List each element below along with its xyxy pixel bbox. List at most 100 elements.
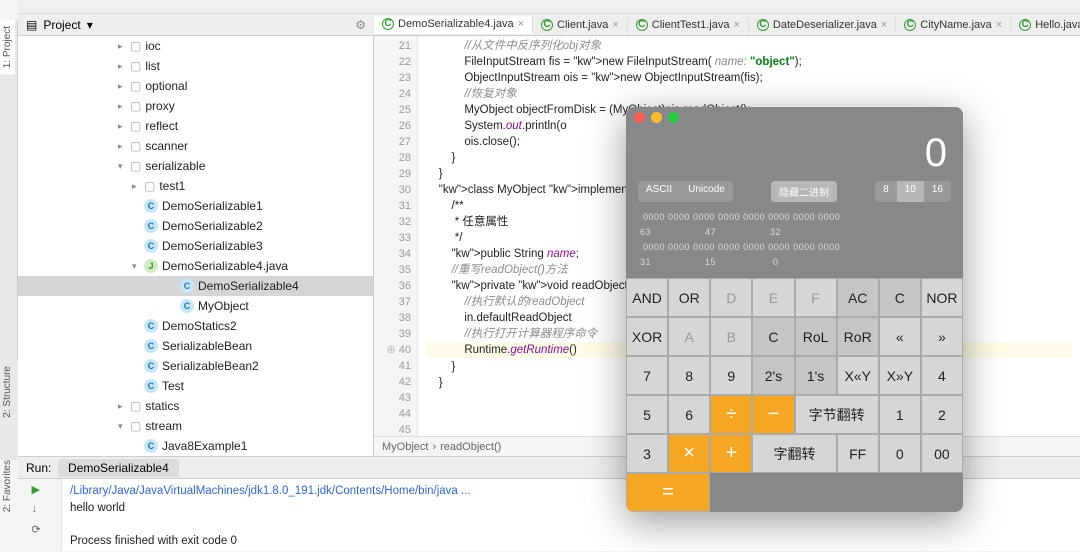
calc-key-B[interactable]: B [710, 317, 752, 356]
tree-node[interactable]: CMyObject [18, 296, 373, 316]
editor-tab[interactable]: CClient.java × [533, 17, 628, 33]
calc-key-[interactable]: 字翻转 [752, 434, 836, 473]
calculator-window[interactable]: 0 ASCII Unicode 隐藏二进制 8 10 16 0000 0000 … [626, 107, 963, 512]
calc-key-1s[interactable]: 1's [795, 356, 837, 395]
tree-arrow-icon[interactable]: ▸ [118, 141, 130, 152]
close-tab-icon[interactable]: × [518, 18, 524, 30]
tree-arrow-icon[interactable]: ▸ [118, 81, 130, 92]
calc-key-XY[interactable]: X»Y [879, 356, 921, 395]
project-dropdown-icon[interactable]: ▾ [87, 18, 93, 32]
tree-node[interactable]: CJava8Example1 [18, 436, 373, 456]
tree-node[interactable]: ▸▢optional [18, 76, 373, 96]
code-line[interactable]: //从文件中反序列化obj对象 [426, 38, 1072, 54]
calc-key-[interactable]: ÷ [710, 395, 752, 434]
calc-key-C[interactable]: C [752, 317, 794, 356]
calc-key-E[interactable]: E [752, 278, 794, 317]
calc-key-AC[interactable]: AC [837, 278, 879, 317]
calc-key-[interactable]: 字节翻转 [795, 395, 879, 434]
sidetab-project[interactable]: 1: Project [0, 20, 15, 74]
seg-base-10[interactable]: 10 [897, 181, 924, 202]
calc-key-F[interactable]: F [795, 278, 837, 317]
calc-key-[interactable]: − [752, 395, 794, 434]
tree-arrow-icon[interactable]: ▸ [118, 121, 130, 132]
calc-key-[interactable]: » [921, 317, 963, 356]
calc-bit-display[interactable]: 0000 0000 0000 0000 0000 0000 0000 0000 … [626, 206, 963, 278]
project-tree[interactable]: ▸▢ioc▸▢list▸▢optional▸▢proxy▸▢reflect ▸▢s… [18, 36, 374, 456]
gear-icon[interactable]: ⚙ [355, 18, 366, 32]
code-line[interactable]: ObjectInputStream ois = "kw">new ObjectI… [426, 70, 1072, 86]
calc-key-D[interactable]: D [710, 278, 752, 317]
seg-base-16[interactable]: 16 [924, 181, 951, 202]
breadcrumb-class[interactable]: MyObject [382, 441, 428, 453]
calc-key-FF[interactable]: FF [837, 434, 879, 473]
tree-node[interactable]: CDemoSerializable1 [18, 196, 373, 216]
calc-key-[interactable]: « [879, 317, 921, 356]
tree-node[interactable]: CDemoStatics2 [18, 316, 373, 336]
close-icon[interactable] [634, 112, 645, 123]
calc-key-2[interactable]: 2 [921, 395, 963, 434]
editor-tab[interactable]: CHello.java × [1011, 17, 1080, 33]
editor-tab[interactable]: CClientTest1.java × [628, 17, 749, 33]
close-tab-icon[interactable]: × [996, 19, 1002, 31]
tree-node[interactable]: CDemoSerializable4 [18, 276, 373, 296]
minimize-icon[interactable] [651, 112, 662, 123]
calc-key-RoL[interactable]: RoL [795, 317, 837, 356]
calc-key-[interactable]: = [626, 473, 710, 512]
calc-key-2s[interactable]: 2's [752, 356, 794, 395]
tree-arrow-icon[interactable]: ▸ [118, 101, 130, 112]
calc-key-8[interactable]: 8 [668, 356, 710, 395]
tree-node[interactable]: CTest [18, 376, 373, 396]
calc-key-9[interactable]: 9 [710, 356, 752, 395]
close-tab-icon[interactable]: × [733, 19, 739, 31]
tree-arrow-icon[interactable]: ▸ [118, 61, 130, 72]
editor-tab[interactable]: CCityName.java × [896, 17, 1011, 33]
project-label[interactable]: Project [43, 18, 80, 32]
sidetab-structure[interactable]: 2: Structure [0, 360, 15, 424]
project-arrow-icon[interactable]: ▤ [26, 18, 37, 32]
run-kill-icon[interactable]: ⟳ [32, 523, 48, 539]
tree-node[interactable]: ▸▢statics [18, 396, 373, 416]
calc-key-C[interactable]: C [879, 278, 921, 317]
tree-node[interactable]: ▸▢reflect [18, 116, 373, 136]
tree-node[interactable]: ▸▢test1 [18, 176, 373, 196]
tree-node[interactable]: ▸▢ioc [18, 36, 373, 56]
tree-node[interactable]: ▾▢serializable [18, 156, 373, 176]
calc-key-[interactable]: + [710, 434, 752, 473]
calc-key-OR[interactable]: OR [668, 278, 710, 317]
tree-arrow-icon[interactable]: ▾ [118, 421, 130, 432]
calc-key-NOR[interactable]: NOR [921, 278, 963, 317]
calc-key-0[interactable]: 0 [879, 434, 921, 473]
run-play-icon[interactable]: ▶ [32, 483, 48, 499]
calc-key-[interactable]: × [668, 434, 710, 473]
calc-key-XOR[interactable]: XOR [626, 317, 668, 356]
tree-node[interactable]: ▾▢stream [18, 416, 373, 436]
seg-unicode[interactable]: Unicode [680, 181, 733, 202]
seg-base-8[interactable]: 8 [875, 181, 897, 202]
calc-key-4[interactable]: 4 [921, 356, 963, 395]
seg-hide-binary[interactable]: 隐藏二进制 [771, 181, 837, 202]
calc-key-1[interactable]: 1 [879, 395, 921, 434]
tree-arrow-icon[interactable]: ▸ [118, 401, 130, 412]
tree-arrow-icon[interactable]: ▸ [132, 181, 144, 192]
editor-tab[interactable]: CDateDeserializer.java × [749, 17, 896, 33]
calc-key-6[interactable]: 6 [668, 395, 710, 434]
zoom-icon[interactable] [668, 112, 679, 123]
tree-node[interactable]: CSerializableBean2 [18, 356, 373, 376]
calc-titlebar[interactable] [626, 107, 963, 127]
run-tab[interactable]: DemoSerializable4 [58, 459, 179, 477]
calc-key-RoR[interactable]: RoR [837, 317, 879, 356]
editor-tab[interactable]: CDemoSerializable4.java × [374, 16, 533, 34]
seg-ascii[interactable]: ASCII [638, 181, 680, 202]
calc-key-5[interactable]: 5 [626, 395, 668, 434]
tree-node[interactable]: ▸▢proxy [18, 96, 373, 116]
tree-node[interactable]: CDemoSerializable3 [18, 236, 373, 256]
calc-key-AND[interactable]: AND [626, 278, 668, 317]
code-line[interactable]: FileInputStream fis = "kw">new FileInput… [426, 54, 1072, 70]
tree-arrow-icon[interactable]: ▾ [118, 161, 130, 172]
sidetab-favorites[interactable]: 2: Favorites [0, 454, 15, 518]
calc-key-A[interactable]: A [668, 317, 710, 356]
close-tab-icon[interactable]: × [881, 19, 887, 31]
tree-node[interactable]: CSerializableBean [18, 336, 373, 356]
tree-node[interactable]: ▸▢list [18, 56, 373, 76]
calc-key-7[interactable]: 7 [626, 356, 668, 395]
